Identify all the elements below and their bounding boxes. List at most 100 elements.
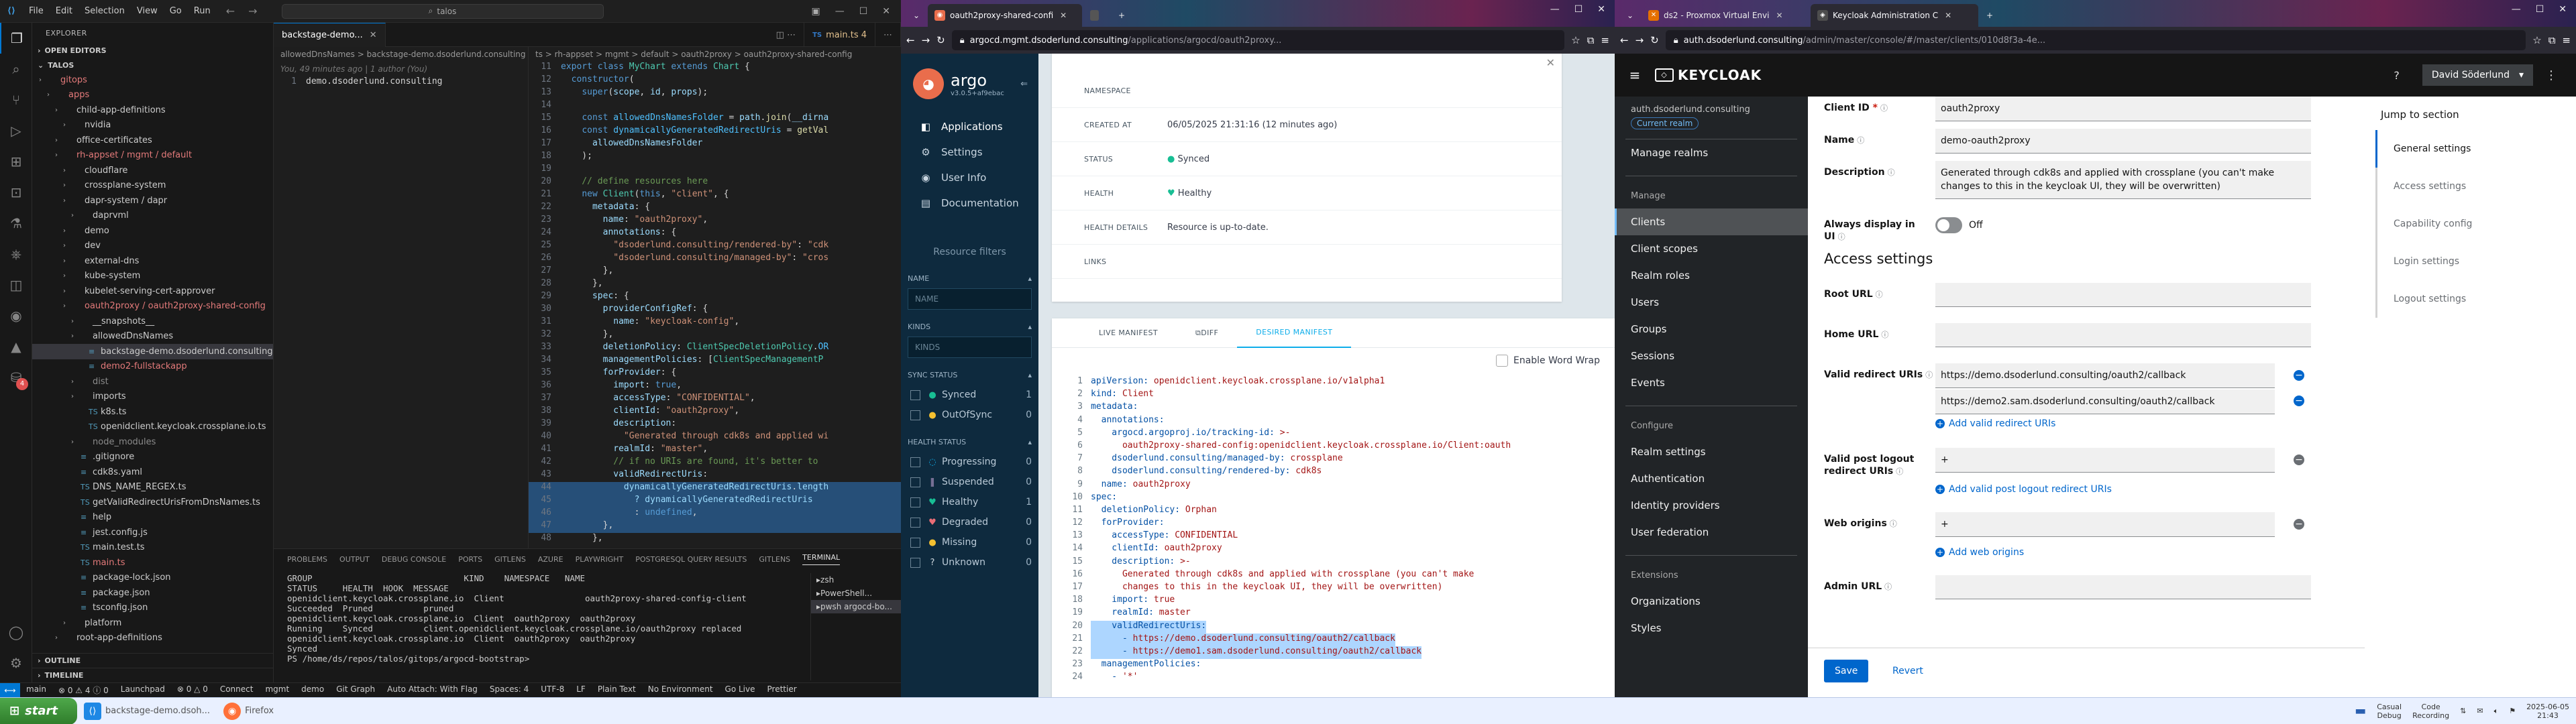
filter-sync-header[interactable]: SYNC STATUS ▴ xyxy=(901,365,1038,385)
taskbar-vscode[interactable]: ⟨⟩ backstage-demo.dsoh... xyxy=(77,698,217,724)
file-item[interactable]: TS getValidRedirectUrisFromDnsNames.ts xyxy=(32,495,273,510)
post-logout-uri-input[interactable]: + xyxy=(1935,448,2275,473)
breadcrumb[interactable]: ts > rh-appset > mgmt > default > oauth2… xyxy=(529,47,901,62)
status-item[interactable]: Go Live xyxy=(719,684,761,696)
filter-outofsync[interactable]: ● OutOfSync 0 xyxy=(901,405,1038,425)
realm-name[interactable]: auth.dsoderlund.consulting xyxy=(1615,97,1808,115)
nav-users[interactable]: Users xyxy=(1615,289,1808,316)
nav-authentication[interactable]: Authentication xyxy=(1615,465,1808,492)
web-origin-input[interactable]: + xyxy=(1935,512,2275,537)
taskbar-firefox[interactable]: ◉ Firefox xyxy=(217,698,280,724)
checkbox[interactable] xyxy=(910,517,920,528)
azure-icon[interactable]: ▲ xyxy=(0,331,32,362)
folder-item[interactable]: › kube-system xyxy=(32,269,273,284)
url-bar[interactable]: 🔒︎ argocd.mgmt.dsoderlund.consulting/app… xyxy=(951,30,1565,50)
remove-redirect-uri-icon[interactable]: − xyxy=(2294,396,2304,406)
argo-nav-user-info[interactable]: ◉ User Info xyxy=(901,165,1038,190)
nav-client-scopes[interactable]: Client scopes xyxy=(1615,235,1808,262)
status-item[interactable]: Launchpad xyxy=(115,684,171,696)
maximize-icon[interactable]: ☐ xyxy=(2536,4,2544,15)
remove-redirect-uri-icon[interactable]: − xyxy=(2294,370,2304,381)
split-editor-icon[interactable]: ◫ ⋯ xyxy=(768,23,805,47)
filter-synced[interactable]: ● Synced 1 xyxy=(901,385,1038,405)
help-icon[interactable]: ⓘ xyxy=(1880,104,1888,113)
nav-organizations[interactable]: Organizations xyxy=(1615,588,1808,615)
editor-group-right[interactable]: ts > rh-appset > mgmt > default > oauth2… xyxy=(529,47,901,548)
folder-item[interactable]: › kubelet-serving-cert-approver xyxy=(32,284,273,299)
status-item[interactable]: Spaces: 4 xyxy=(484,684,535,696)
panel-tab-ports[interactable]: PORTS xyxy=(458,555,482,564)
home-url-input[interactable] xyxy=(1935,323,2311,347)
file-item[interactable]: ≡ backstage-demo.dsoderlund.consulting xyxy=(32,344,273,359)
tab-other[interactable] xyxy=(1083,4,1110,27)
checkbox[interactable] xyxy=(910,477,920,487)
minimize-icon[interactable]: — xyxy=(2512,4,2521,15)
jump-general-settings[interactable]: General settings xyxy=(2375,130,2576,168)
file-item[interactable]: ≡ demo2-fullstackapp xyxy=(32,359,273,375)
filter-missing[interactable]: ● Missing 0 xyxy=(901,532,1038,552)
help-icon[interactable]: ⓘ xyxy=(1884,583,1892,591)
layout-icon[interactable]: ▣ xyxy=(811,6,820,17)
tab-live-manifest[interactable]: LIVE MANIFEST xyxy=(1080,318,1177,348)
close-tab-icon[interactable]: ✕ xyxy=(1060,11,1067,20)
bookmark-star-icon[interactable]: ☆ xyxy=(1571,34,1580,46)
status-item[interactable]: Plain Text xyxy=(592,684,642,696)
back-icon[interactable]: ← xyxy=(906,34,915,46)
checkbox[interactable] xyxy=(910,557,920,568)
remote-indicator-icon[interactable]: ⟷ xyxy=(0,682,20,698)
gitlens-icon[interactable]: ◉ xyxy=(0,300,32,331)
revert-button[interactable]: Revert xyxy=(1882,660,1934,682)
file-item[interactable]: TS k8s.ts xyxy=(32,404,273,420)
filter-health-header[interactable]: HEALTH STATUS ▴ xyxy=(901,432,1038,452)
nav-manage-realms[interactable]: Manage realms xyxy=(1615,139,1808,166)
start-button[interactable]: ⊞ start xyxy=(0,697,77,724)
nav-groups[interactable]: Groups xyxy=(1615,316,1808,343)
panel-tab-playwright[interactable]: PLAYWRIGHT xyxy=(576,555,624,564)
network-icon[interactable]: ⇅ xyxy=(2460,707,2466,715)
notification-icon[interactable]: ⚑ xyxy=(2509,707,2516,715)
folder-item[interactable]: › oauth2proxy / oauth2proxy-shared-config xyxy=(32,299,273,314)
close-icon[interactable]: ✕ xyxy=(2559,4,2567,15)
help-icon[interactable]: ⓘ xyxy=(1838,233,1845,241)
admin-url-input[interactable] xyxy=(1935,575,2311,599)
nav-user-federation[interactable]: User federation xyxy=(1615,519,1808,546)
folder-item[interactable]: › office-certificates xyxy=(32,133,273,148)
panel-tab-postgresql-query-results[interactable]: POSTGRESQL QUERY RESULTS xyxy=(635,555,747,564)
panel-tab-gitlens[interactable]: GITLENS xyxy=(494,555,526,564)
status-item[interactable]: ⊗ 0 ⚠ 4 ⓘ 0 xyxy=(52,684,115,696)
outline-section[interactable]: › OUTLINE xyxy=(32,653,273,668)
user-menu[interactable]: David Söderlund ▾ xyxy=(2422,64,2533,86)
checkbox[interactable] xyxy=(910,537,920,548)
menu-file[interactable]: File xyxy=(23,6,50,16)
panel-tab-gitlens[interactable]: GITLENS xyxy=(759,555,790,564)
file-item[interactable]: TS main.ts xyxy=(32,555,273,570)
jump-logout-settings[interactable]: Logout settings xyxy=(2375,280,2576,318)
extensions-icon[interactable]: ⧉ xyxy=(1587,34,1595,46)
name-input[interactable]: demo-oauth2proxy xyxy=(1935,129,2311,154)
status-item[interactable]: Prettier xyxy=(761,684,803,696)
tab-list-icon[interactable]: ⌄ xyxy=(1620,4,1640,27)
folder-item[interactable]: › rh-appset / mgmt / default xyxy=(32,148,273,164)
filter-progressing[interactable]: ◌ Progressing 0 xyxy=(901,452,1038,472)
filter-degraded[interactable]: ♥ Degraded 0 xyxy=(901,512,1038,532)
terminal-output[interactable]: GROUP KIND NAMESPACE NAME STATUS HEALTH H… xyxy=(287,573,810,680)
panel-tab-debug-console[interactable]: DEBUG CONSOLE xyxy=(382,555,446,564)
help-icon[interactable]: ⓘ xyxy=(1876,290,1883,299)
checkbox[interactable] xyxy=(910,457,920,467)
help-icon[interactable]: ⓘ xyxy=(1888,168,1895,177)
file-item[interactable]: TS main.test.ts xyxy=(32,540,273,556)
jump-login-settings[interactable]: Login settings xyxy=(2375,243,2576,280)
extensions-icon[interactable]: ⧉ xyxy=(2548,34,2556,46)
always-display-switch[interactable]: Off xyxy=(1935,213,1983,233)
source-control-icon[interactable]: ⑂ xyxy=(0,84,32,115)
nav-realm-settings[interactable]: Realm settings xyxy=(1615,438,1808,465)
folder-item[interactable]: › __snapshots__ xyxy=(32,314,273,329)
filter-healthy[interactable]: ♥ Healthy 1 xyxy=(901,492,1038,512)
tab-list-icon[interactable]: ⌄ xyxy=(906,4,926,27)
argo-nav-settings[interactable]: ⚙ Settings xyxy=(901,139,1038,165)
terminal-instance[interactable]: ▸ PowerShell... xyxy=(811,587,901,600)
forward-icon[interactable]: → xyxy=(1635,34,1644,46)
status-item[interactable]: Git Graph xyxy=(330,684,381,696)
status-item[interactable]: main xyxy=(20,684,52,696)
tab-desired-manifest[interactable]: DESIRED MANIFEST xyxy=(1237,318,1352,348)
